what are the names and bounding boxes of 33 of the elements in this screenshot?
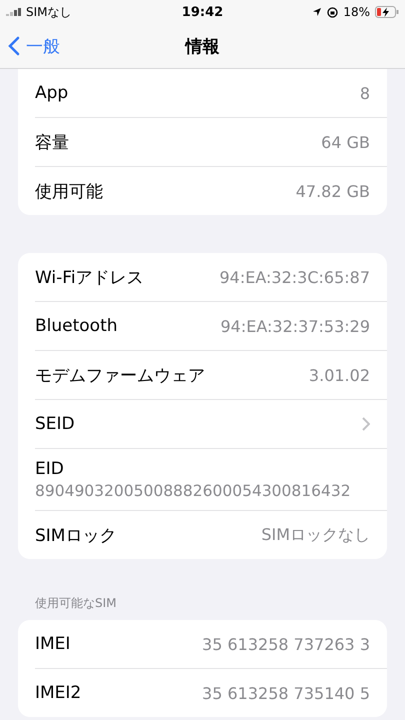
rotation-lock-icon [327, 6, 338, 18]
section-header: 使用可能なSIM [34, 595, 118, 612]
signal-icon [6, 8, 22, 16]
row-value: 89049032005008882600054300816432 [35, 482, 352, 500]
row-value: 8 [360, 84, 370, 102]
row-label: モデムファームウェア [35, 364, 205, 386]
row-value: 35 613258 737263 3 [202, 634, 370, 654]
row-value: 64 GB [321, 132, 370, 152]
row-value: 47.82 GB [296, 182, 370, 200]
chevron-icon [362, 417, 370, 431]
row-value: 94:EA:32:3C:65:87 [219, 268, 370, 286]
back-button[interactable]: 一般 [8, 34, 60, 58]
row-label: App [35, 83, 68, 103]
carrier-text: SIMなし [26, 4, 72, 20]
row-label: IMEI2 [35, 683, 82, 703]
row-label: Bluetooth [35, 316, 118, 336]
row-label: 容量 [35, 132, 69, 154]
clock-time: 19:42 [182, 4, 224, 20]
row-label: Wi-Fiアドレス [35, 266, 144, 288]
back-chevron-icon [8, 36, 20, 56]
row-value: SIMロックなし [261, 524, 370, 546]
row-value: 3.01.02 [308, 366, 370, 384]
row-value: 35 613258 735140 5 [202, 684, 370, 702]
battery-charging-icon [375, 6, 399, 18]
location-arrow-icon [312, 7, 322, 17]
page-title: 情報 [186, 36, 220, 58]
row-label: SEID [35, 414, 75, 434]
row-value: 94:EA:32:37:53:29 [220, 316, 370, 336]
row-label: EID [35, 459, 65, 479]
battery-percent: 18% [343, 5, 370, 19]
row-label: IMEI [35, 634, 70, 654]
row-label: 使用可能 [35, 180, 103, 202]
row-label: SIMロック [35, 524, 116, 546]
